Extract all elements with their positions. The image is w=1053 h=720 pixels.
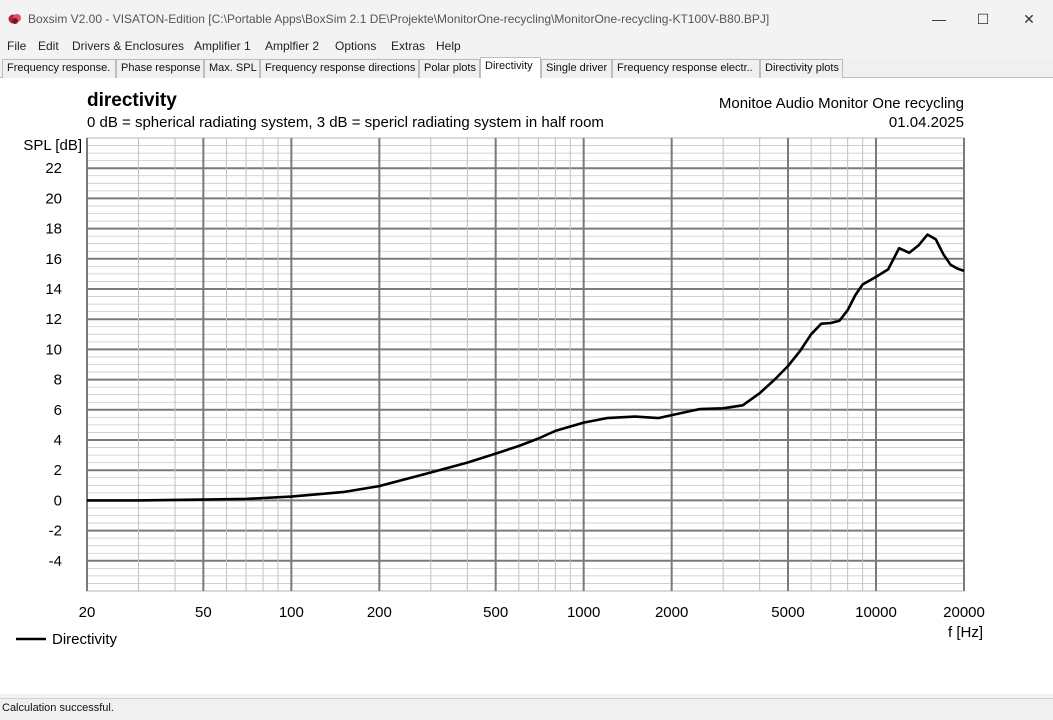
chart-title: directivity — [87, 90, 177, 111]
tab-directivity-plots[interactable]: Directivity plots — [760, 59, 843, 78]
tab-bar: Frequency response. Phase response Max. … — [0, 57, 1053, 78]
project-name: Monitoe Audio Monitor One recycling — [719, 95, 964, 112]
chart-date: 01.04.2025 — [889, 114, 964, 131]
tab-polar-plots[interactable]: Polar plots — [419, 59, 480, 78]
tab-single-driver[interactable]: Single driver — [541, 59, 612, 78]
menu-file[interactable]: File — [7, 39, 26, 53]
x-tick-label: 50 — [195, 604, 212, 621]
tab-max-spl[interactable]: Max. SPL — [204, 59, 260, 78]
minimize-button[interactable]: — — [916, 0, 962, 38]
x-tick-label: 5000 — [771, 604, 804, 621]
menu-help[interactable]: Help — [436, 39, 461, 53]
x-tick-label: 1000 — [567, 604, 600, 621]
x-tick-label: 2000 — [655, 604, 688, 621]
y-tick-label: -4 — [49, 553, 62, 570]
menu-amplifier-1[interactable]: Amplifier 1 — [194, 39, 251, 53]
title-bar: Boxsim V2.00 - VISATON-Edition [C:\Porta… — [0, 0, 1053, 38]
y-tick-label: 16 — [45, 251, 62, 268]
menu-edit[interactable]: Edit — [38, 39, 59, 53]
y-axis-label: SPL [dB] — [23, 137, 82, 154]
x-tick-label: 100 — [279, 604, 304, 621]
legend-label: Directivity — [52, 631, 118, 648]
y-tick-label: 6 — [54, 402, 62, 419]
tab-directivity[interactable]: Directivity — [480, 57, 541, 78]
x-tick-label: 10000 — [855, 604, 897, 621]
y-tick-label: 2 — [54, 462, 62, 479]
status-text: Calculation successful. — [2, 702, 114, 714]
close-button[interactable]: ✕ — [1006, 0, 1052, 38]
menu-drivers-enclosures[interactable]: Drivers & Enclosures — [72, 39, 184, 53]
y-tick-label: 10 — [45, 341, 62, 358]
y-tick-label: 8 — [54, 372, 62, 389]
menu-options[interactable]: Options — [335, 39, 376, 53]
chart-subtitle: 0 dB = spherical radiating system, 3 dB … — [87, 114, 604, 131]
menu-bar: File Edit Drivers & Enclosures Amplifier… — [0, 38, 1053, 56]
tab-phase-response[interactable]: Phase response — [116, 59, 204, 78]
plot-area: directivity 0 dB = spherical radiating s… — [0, 78, 1053, 694]
tab-frequency-response-electrical[interactable]: Frequency response electr.. — [612, 59, 760, 78]
status-bar: Calculation successful. — [0, 698, 1053, 720]
y-tick-label: 0 — [54, 492, 62, 509]
x-tick-label: 20000 — [943, 604, 985, 621]
x-tick-label: 20 — [79, 604, 96, 621]
y-tick-label: 12 — [45, 311, 62, 328]
tab-frequency-response[interactable]: Frequency response. — [2, 59, 116, 78]
x-tick-label: 500 — [483, 604, 508, 621]
chart-grid — [86, 137, 965, 592]
x-tick-label: 200 — [367, 604, 392, 621]
y-tick-label: 18 — [45, 221, 62, 238]
maximize-button[interactable]: ☐ — [960, 0, 1006, 38]
y-tick-label: 4 — [54, 432, 62, 449]
y-tick-label: 20 — [45, 190, 62, 207]
tab-frequency-response-directions[interactable]: Frequency response directions — [260, 59, 419, 78]
menu-extras[interactable]: Extras — [391, 39, 425, 53]
y-tick-label: -2 — [49, 523, 62, 540]
window-title: Boxsim V2.00 - VISATON-Edition [C:\Porta… — [28, 12, 770, 26]
y-tick-label: 14 — [45, 281, 62, 298]
x-axis-label: f [Hz] — [948, 624, 983, 641]
menu-amplifier-2[interactable]: Amplfier 2 — [265, 39, 319, 53]
y-tick-label: 22 — [45, 160, 62, 177]
boxsim-app-icon — [8, 14, 21, 24]
directivity-chart: directivity 0 dB = spherical radiating s… — [16, 90, 985, 648]
